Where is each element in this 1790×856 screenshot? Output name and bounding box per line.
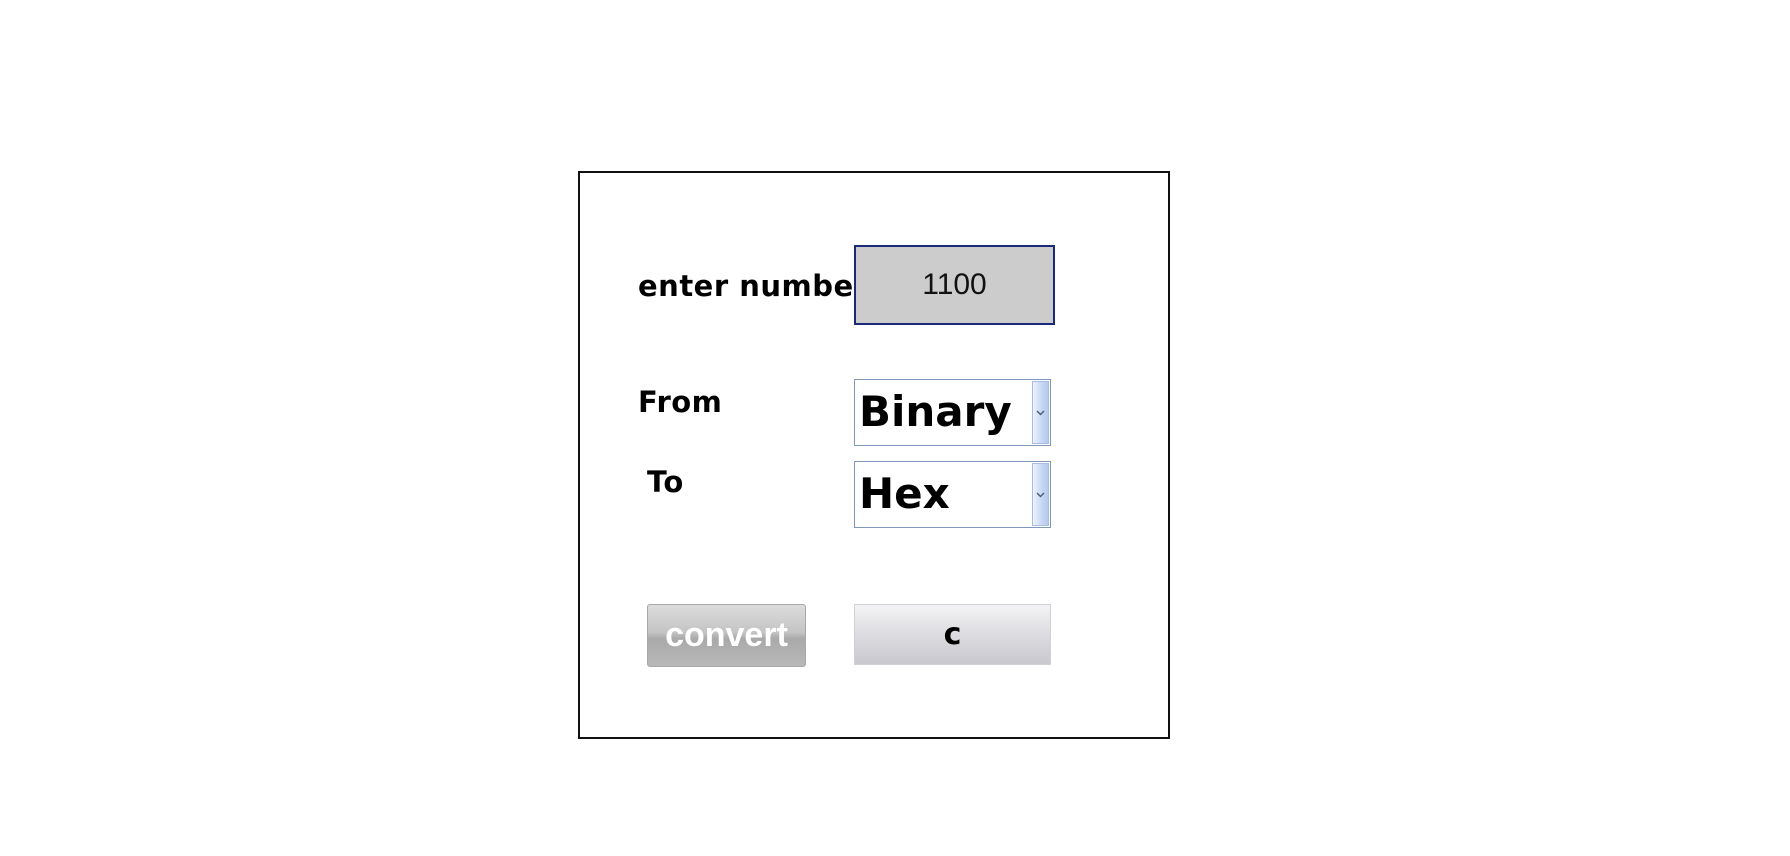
from-select[interactable]: Binary bbox=[854, 379, 1051, 446]
chevron-down-icon bbox=[1036, 492, 1045, 497]
converter-panel: enter number From Binary To Hex convert … bbox=[578, 171, 1170, 739]
from-label: From bbox=[638, 385, 723, 419]
enter-number-label: enter number bbox=[638, 269, 869, 303]
convert-button[interactable]: convert bbox=[647, 604, 806, 667]
to-select-value: Hex bbox=[859, 469, 950, 518]
from-dropdown-button[interactable] bbox=[1032, 381, 1049, 444]
to-select[interactable]: Hex bbox=[854, 461, 1051, 528]
to-label: To bbox=[647, 465, 684, 499]
chevron-down-icon bbox=[1036, 410, 1045, 415]
to-dropdown-button[interactable] bbox=[1032, 463, 1049, 526]
from-select-value: Binary bbox=[859, 387, 1012, 436]
number-input[interactable] bbox=[854, 245, 1055, 325]
clear-button[interactable]: c bbox=[854, 604, 1051, 665]
